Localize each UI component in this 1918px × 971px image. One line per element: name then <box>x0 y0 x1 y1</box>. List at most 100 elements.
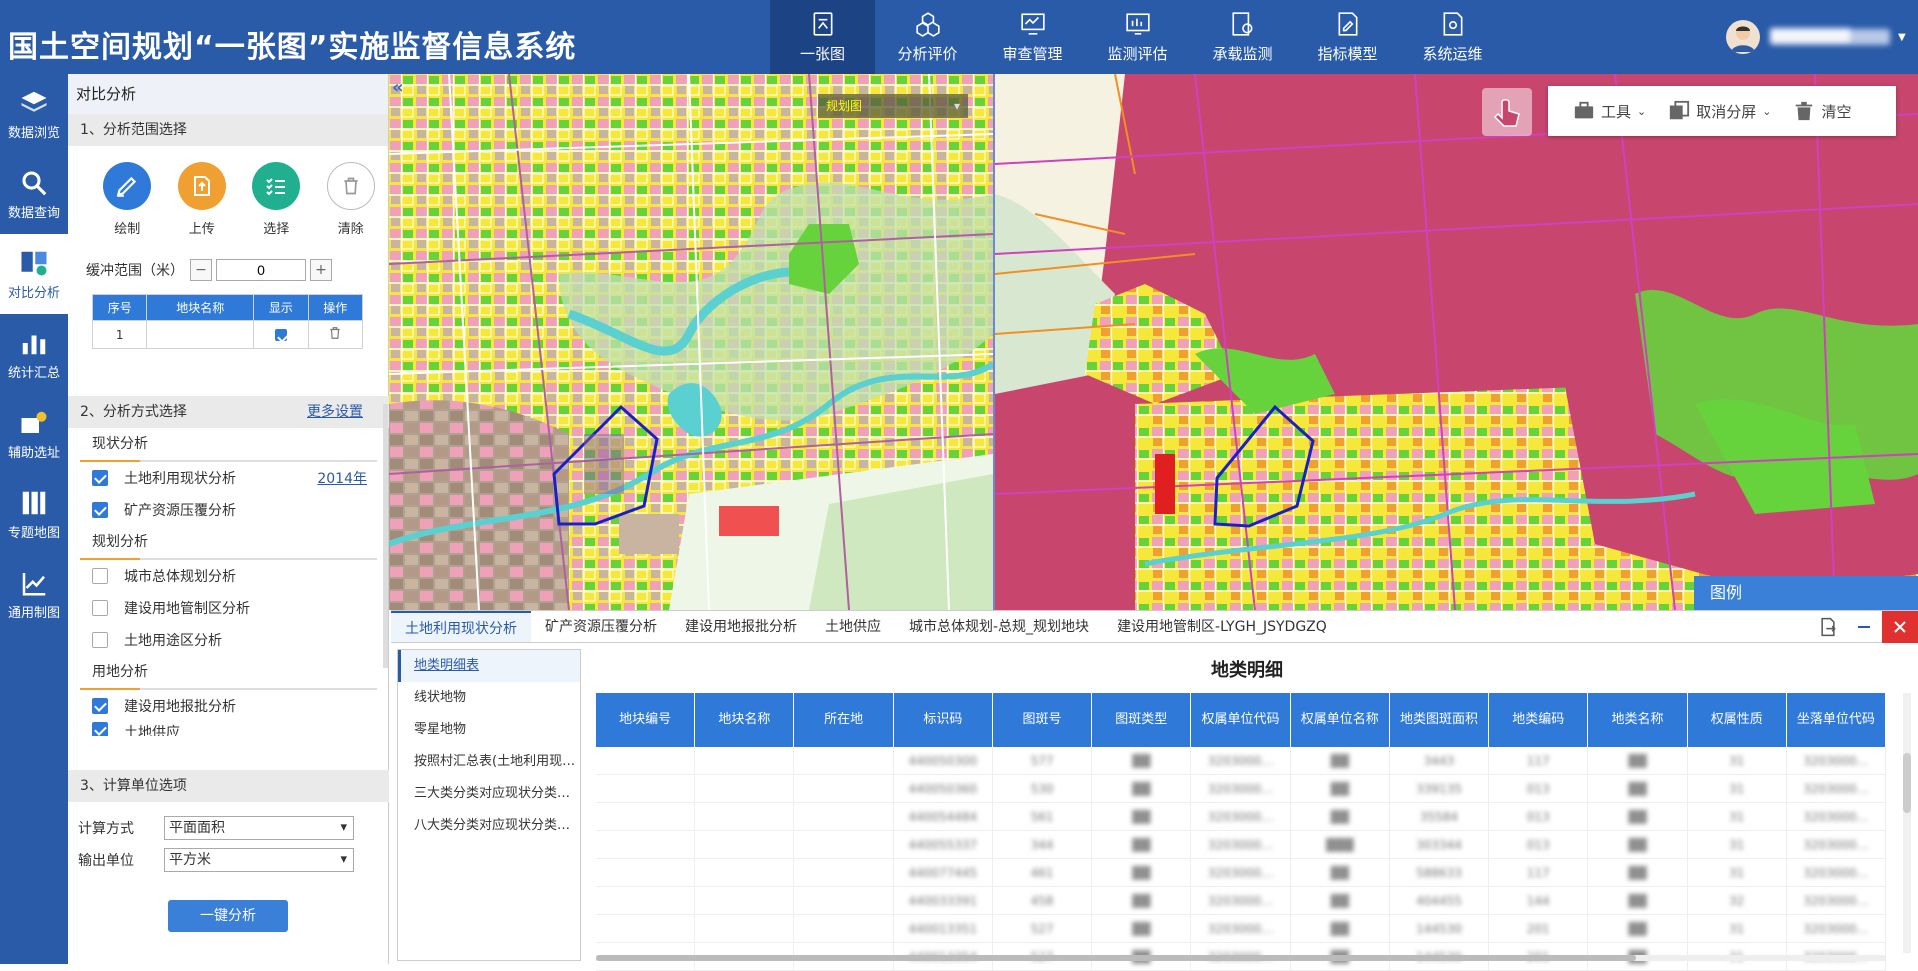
list-item[interactable]: 三大类分类对应现状分类… <box>398 778 580 810</box>
col-header[interactable]: 所在地 <box>794 693 894 747</box>
vertical-scrollbar[interactable] <box>1903 693 1911 953</box>
checkbox[interactable] <box>92 568 108 584</box>
col-header[interactable]: 权属单位代码 <box>1191 693 1291 747</box>
decrement-button[interactable]: − <box>190 259 212 281</box>
table-cell: 3203000… <box>1191 859 1291 886</box>
col-header[interactable]: 坐落单位代码 <box>1787 693 1887 747</box>
topnav-item-evaluate[interactable]: 分析评价 <box>875 0 980 74</box>
table-row[interactable]: 440033391 458 ▓▓ 3203000… ▓▓ 404455 144 ▓▓ 32 320… <box>596 887 1887 915</box>
table-cell: 3203000… <box>1787 775 1887 802</box>
option-zone[interactable]: 土地用途区分析 <box>68 624 389 656</box>
checkbox[interactable] <box>92 698 108 714</box>
cell-value: 461 <box>1030 865 1054 880</box>
left-navigation: 数据浏览 数据查询 对比分析 统计汇总 辅助选址 专题地图 通用制图 <box>0 74 68 964</box>
clear-range-button[interactable]: 清除 <box>314 162 389 237</box>
cancel-split-dropdown[interactable]: 取消分屏 ⌄ <box>1668 100 1771 122</box>
show-checkbox[interactable] <box>274 329 287 341</box>
export-button[interactable] <box>1810 611 1846 643</box>
option-landuse[interactable]: 土地利用现状分析 2014年 <box>68 462 389 494</box>
list-item[interactable]: 线状地物 <box>398 682 580 714</box>
list-item[interactable]: 零星地物 <box>398 714 580 746</box>
topnav-item-map[interactable]: 一张图 <box>770 0 875 74</box>
leftnav-item-stats[interactable]: 统计汇总 <box>0 314 68 394</box>
checkbox[interactable] <box>92 600 108 616</box>
leftnav-item-browse[interactable]: 数据浏览 <box>0 74 68 154</box>
map-left[interactable] <box>389 74 993 610</box>
table-row[interactable]: 440054484 561 ▓▓ 3203000… ▓▓ 35584 013 ▓▓ 31 3203… <box>596 803 1887 831</box>
option-control[interactable]: 建设用地管制区分析 <box>68 592 389 624</box>
table-row[interactable]: 440077445 461 ▓▓ 3203000… ▓▓ 588633 117 ▓▓ 31 320… <box>596 859 1887 887</box>
legend-toggle[interactable]: 图例 <box>1694 576 1918 610</box>
run-analysis-button[interactable]: 一键分析 <box>168 900 288 932</box>
upload-button[interactable]: 上传 <box>165 162 240 237</box>
leftnav-item-thematic[interactable]: 专题地图 <box>0 474 68 554</box>
year-link[interactable]: 2014年 <box>317 468 367 488</box>
checkbox[interactable] <box>92 502 108 518</box>
col-header[interactable]: 地块名称 <box>695 693 795 747</box>
col-header[interactable]: 标识码 <box>894 693 993 747</box>
buffer-input[interactable] <box>216 259 306 281</box>
table-row[interactable]: 440050360 530 ▓▓ 3203000… ▓▓ 339135 013 ▓▓ 31 320… <box>596 775 1887 803</box>
tab-approval[interactable]: 建设用地报批分析 <box>671 611 811 642</box>
table-row[interactable]: 440055337 344 ▓▓ 3203000… ▓▓▓ 303344 013 ▓▓ 31 32… <box>596 831 1887 859</box>
col-header[interactable]: 图斑号 <box>993 693 1093 747</box>
clear-map-button[interactable]: 清空 <box>1793 100 1851 122</box>
topnav-item-indicator[interactable]: 指标模型 <box>1295 0 1400 74</box>
table-cell: ▓▓ <box>1291 887 1390 914</box>
option-city[interactable]: 城市总体规划分析 <box>68 560 389 592</box>
col-header[interactable]: 地类图斑面积 <box>1390 693 1490 747</box>
cell-value: 31 <box>1729 809 1745 824</box>
checkbox[interactable] <box>92 632 108 648</box>
topnav-item-monitor[interactable]: 监测评估 <box>1085 0 1190 74</box>
draw-button[interactable]: 绘制 <box>90 162 165 237</box>
topnav-item-capacity[interactable]: 承载监测 <box>1190 0 1295 74</box>
col-header[interactable]: 图斑类型 <box>1092 693 1192 747</box>
trash-icon[interactable] <box>328 326 342 340</box>
leftnav-item-site[interactable]: 辅助选址 <box>0 394 68 474</box>
col-header[interactable]: 权属性质 <box>1688 693 1787 747</box>
option-label: 土地用途区分析 <box>124 633 222 649</box>
option-mineral[interactable]: 矿产资源压覆分析 <box>68 494 389 526</box>
touch-button[interactable] <box>1482 88 1532 136</box>
results-panel: 土地利用现状分析 矿产资源压覆分析 建设用地报批分析 土地供应 城市总体规划-总… <box>391 610 1918 971</box>
tab-supply[interactable]: 土地供应 <box>811 611 895 642</box>
more-settings-link[interactable]: 更多设置 <box>307 396 363 428</box>
horizontal-scrollbar[interactable] <box>596 955 1886 961</box>
calc-method-select[interactable]: 平面面积 <box>164 816 354 840</box>
topnav-item-ops[interactable]: 系统运维 <box>1400 0 1505 74</box>
minimize-button[interactable] <box>1846 611 1882 643</box>
scrollbar[interactable] <box>383 404 388 668</box>
leftnav-item-query[interactable]: 数据查询 <box>0 154 68 234</box>
select-button[interactable]: 选择 <box>239 162 314 237</box>
row-name <box>146 320 255 349</box>
col-header[interactable]: 地类编码 <box>1489 693 1589 747</box>
list-item[interactable]: 八大类分类对应现状分类… <box>398 810 580 842</box>
tab-landuse[interactable]: 土地利用现状分析 <box>391 611 531 642</box>
table-row[interactable]: 440050300 577 ▓▓ 3203000… ▓▓ 3443 117 ▓▓ 31 32030… <box>596 747 1887 775</box>
col-header: 显示 <box>253 294 309 321</box>
tab-city-plan[interactable]: 城市总体规划-总规_规划地块 <box>895 611 1103 642</box>
col-header[interactable]: 地类名称 <box>1588 693 1688 747</box>
tab-mineral[interactable]: 矿产资源压覆分析 <box>531 611 671 642</box>
checkbox[interactable] <box>92 470 108 486</box>
collapse-panel-icon[interactable]: « <box>392 77 404 98</box>
tab-control-zone[interactable]: 建设用地管制区-LYGH_JSYDGZQ <box>1103 611 1341 642</box>
user-menu[interactable]: ▓▓▓▓▓▓▓▓ ▼ <box>1726 20 1906 54</box>
list-item[interactable]: 地类明细表 <box>398 650 580 682</box>
layer-select[interactable]: 规划图 <box>818 94 968 118</box>
increment-button[interactable]: + <box>310 259 332 281</box>
topnav-item-review[interactable]: 审查管理 <box>980 0 1085 74</box>
leftnav-item-compare[interactable]: 对比分析 <box>0 234 68 314</box>
table-row[interactable]: 440013351 527 ▓▓ 3203000… ▓▓ 144530 201 ▓▓ 31 320… <box>596 915 1887 943</box>
list-item[interactable]: 按照村汇总表(土地利用现… <box>398 746 580 778</box>
col-header[interactable]: 权属单位名称 <box>1291 693 1390 747</box>
option-supply[interactable]: 土地供应 <box>68 722 389 736</box>
close-button[interactable] <box>1882 611 1918 643</box>
tools-dropdown[interactable]: 工具 ⌄ <box>1573 100 1646 122</box>
checkbox[interactable] <box>92 722 108 736</box>
output-unit-select[interactable]: 平方米 <box>164 848 354 872</box>
leftnav-item-drawing[interactable]: 通用制图 <box>0 554 68 634</box>
option-approval[interactable]: 建设用地报批分析 <box>68 690 389 722</box>
map-right[interactable] <box>995 74 1918 610</box>
col-header[interactable]: 地块编号 <box>596 693 696 747</box>
